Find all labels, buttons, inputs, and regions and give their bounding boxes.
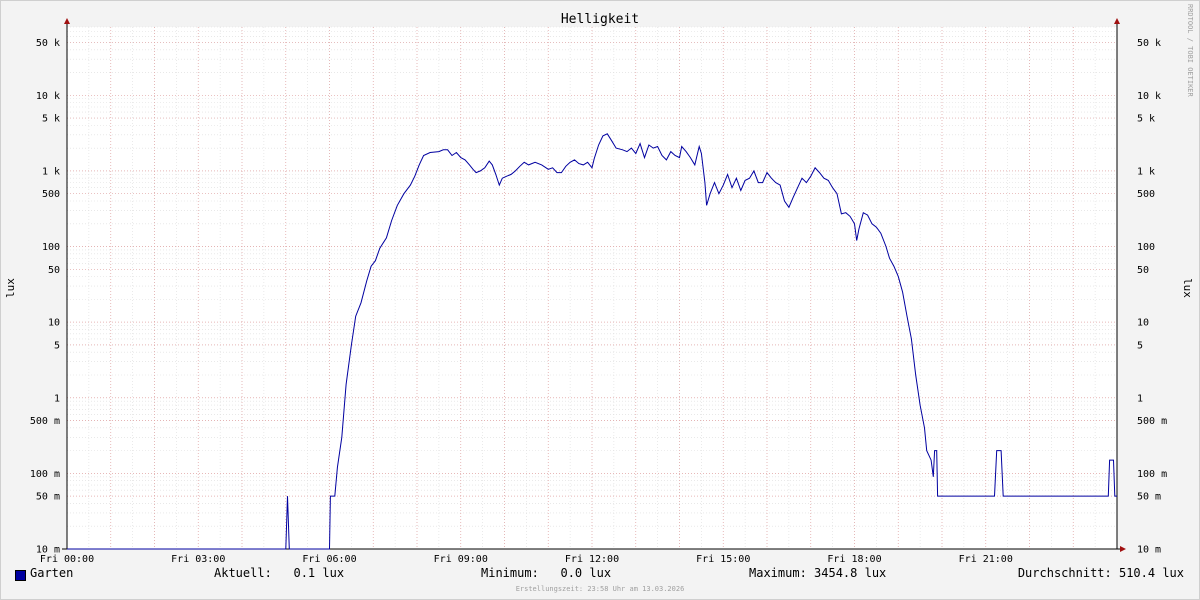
legend-average: Durchschnitt: 510.4 lux [1017, 566, 1184, 580]
y-tick-label-right: 5 k [1137, 114, 1155, 125]
x-tick-label: Fri 03:00 [171, 554, 225, 565]
y-tick-label-right: 50 k [1137, 38, 1161, 49]
chart-title: Helligkeit [561, 12, 639, 27]
legend-current: Aktuell: 0.1 lux [214, 566, 345, 580]
lux-chart: 50 k 10 k 5 k 1 k 500 100 50 10 5 1 500 m 100 m 50 m… [4, 4, 1194, 565]
legend-series-name: Garten [30, 566, 74, 580]
y-tick-label-right: 1 k [1137, 166, 1155, 177]
y-axis-arrow-left [64, 18, 70, 24]
y-tick-label-left: 1 k [42, 166, 60, 177]
legend-maximum: Maximum: 3454.8 lux [749, 566, 887, 580]
y-tick-label-left: 500 m [30, 416, 60, 427]
y-tick-label-left: 100 [42, 242, 60, 253]
y-tick-label-right: 10 m [1137, 545, 1161, 556]
y-tick-label-right: 500 m [1137, 416, 1167, 427]
y-axis-label-left: lux [4, 278, 17, 298]
x-tick-label: Fri 18:00 [827, 554, 881, 565]
y-tick-label-right: 100 [1137, 242, 1155, 253]
x-axis-arrow [1120, 546, 1126, 552]
watermark: RRDTOOL / TOBI OETIKER [1186, 4, 1194, 98]
y-tick-label-left: 5 k [42, 114, 60, 125]
x-tick-label: Fri 06:00 [302, 554, 356, 565]
y-tick-label-left: 50 m [36, 492, 60, 503]
y-tick-label-left: 10 [48, 318, 60, 329]
y-axis-label-right: lux [1181, 278, 1194, 298]
x-tick-label: Fri 15:00 [696, 554, 750, 565]
y-tick-label-right: 1 [1137, 393, 1143, 404]
y-tick-label-left: 100 m [30, 469, 60, 480]
x-tick-label: Fri 21:00 [959, 554, 1013, 565]
legend-minimum: Minimum: 0.0 lux [481, 566, 612, 580]
y-tick-label-right: 5 [1137, 340, 1143, 351]
y-tick-label-left: 1 [54, 393, 60, 404]
y-tick-label-right: 10 k [1137, 91, 1161, 102]
legend-swatch-garten [15, 570, 26, 581]
y-tick-label-right: 100 m [1137, 469, 1167, 480]
y-tick-label-left: 10 k [36, 91, 60, 102]
y-tick-label-left: 500 [42, 189, 60, 200]
y-tick-label-left: 50 [48, 265, 60, 276]
y-axis-arrow-right [1114, 18, 1120, 24]
y-tick-label-left: 5 [54, 340, 60, 351]
generation-timestamp: Erstellungszeit: 23:58 Uhr am 13.03.2026 [515, 585, 685, 593]
y-tick-label-right: 50 m [1137, 492, 1161, 503]
y-tick-label-right: 500 [1137, 189, 1155, 200]
x-tick-label: Fri 12:00 [565, 554, 619, 565]
y-tick-label-left: 50 k [36, 38, 60, 49]
x-tick-label: Fri 09:00 [434, 554, 488, 565]
y-tick-label-right: 50 [1137, 265, 1149, 276]
x-tick-label: Fri 00:00 [40, 554, 94, 565]
y-tick-label-right: 10 [1137, 318, 1149, 329]
